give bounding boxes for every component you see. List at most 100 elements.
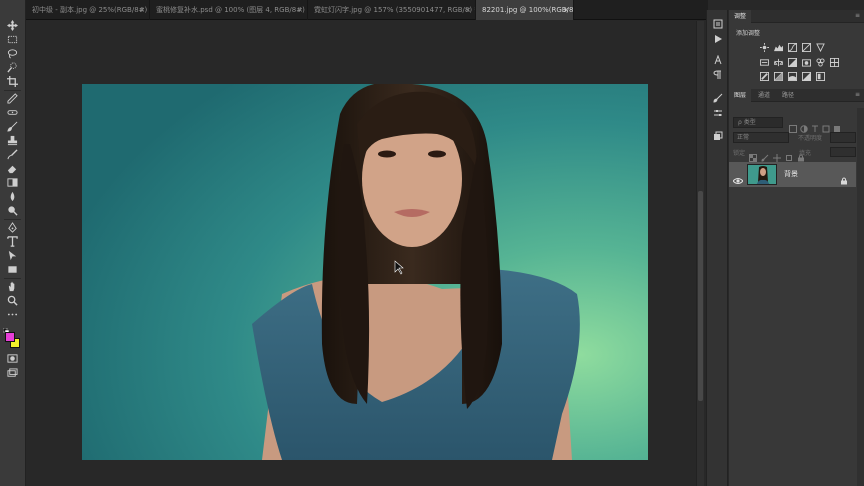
collapsed-panels-dock (706, 10, 728, 486)
exposure-icon[interactable] (801, 42, 812, 52)
black-white-icon[interactable] (787, 57, 798, 67)
channel-mixer-icon[interactable] (815, 57, 826, 67)
document-tab-3[interactable]: 霓虹灯闪字.jpg @ 157% (3550901477, RGB/8) * × (308, 0, 476, 20)
lasso-icon[interactable] (4, 47, 21, 60)
opacity-label: 不透明度 (798, 135, 823, 142)
fill-input[interactable] (830, 147, 856, 157)
tab-adjustments[interactable]: 调整 (729, 10, 752, 23)
zoom-icon[interactable] (4, 294, 21, 307)
document-tab-active[interactable]: 82201.jpg @ 100%(RGB/8#) × (476, 0, 574, 20)
dodge-icon[interactable] (4, 204, 21, 217)
tab-close-icon[interactable]: × (465, 0, 471, 20)
layer-lock-icon (840, 170, 848, 185)
brush-settings-icon[interactable] (712, 92, 724, 104)
blend-mode-select[interactable]: 正常 (733, 132, 789, 143)
eyedropper-icon[interactable] (4, 92, 21, 105)
tab-label: 蜜桃修复补水.psd @ 100% (图层 4, RGB/8#) * (156, 6, 308, 14)
layers-scrollbar[interactable] (857, 108, 864, 486)
lock-label: 锁定 (733, 150, 746, 157)
curves-icon[interactable] (787, 42, 798, 52)
character-icon[interactable] (712, 54, 724, 66)
vertical-scrollbar[interactable] (696, 21, 704, 486)
quick-select-icon[interactable] (4, 61, 21, 74)
document-tab-1[interactable]: 初中级 - 副本.jpg @ 25%(RGB/8#) × (26, 0, 150, 20)
color-lookup-icon[interactable] (829, 57, 840, 67)
eraser-icon[interactable] (4, 162, 21, 175)
path-select-icon[interactable] (4, 249, 21, 262)
clone-stamp-icon[interactable] (4, 134, 21, 147)
document-tab-bar: 初中级 - 副本.jpg @ 25%(RGB/8#) × 蜜桃修复补水.psd … (0, 0, 708, 20)
libraries-icon[interactable] (712, 130, 724, 142)
gradient-map-icon[interactable] (801, 71, 812, 81)
fill-label: 填充 (799, 150, 812, 157)
posterize-icon[interactable] (773, 71, 784, 81)
lock-icons (749, 147, 805, 162)
type-icon[interactable] (4, 235, 21, 248)
add-adjustment-label: 添加调整 (736, 30, 761, 37)
layer-row-background[interactable]: 背景 (729, 162, 856, 187)
visibility-eye-icon[interactable] (732, 170, 744, 184)
hue-saturation-icon[interactable] (759, 57, 770, 67)
layers-panel-menu-icon[interactable]: ≡ (855, 91, 860, 98)
lock-transparent-icon[interactable] (749, 147, 757, 162)
invert-icon[interactable] (759, 71, 770, 81)
lock-position-icon[interactable] (773, 147, 781, 162)
marquee-icon[interactable] (4, 33, 21, 46)
adjustments-panel-header: 调整 ≡ (729, 10, 864, 23)
document-canvas-image[interactable] (82, 84, 648, 460)
tab-close-icon[interactable]: × (297, 0, 303, 20)
filter-adjustment-icon[interactable] (800, 118, 808, 133)
layer-thumbnail (747, 164, 777, 185)
tab-close-icon[interactable]: × (563, 0, 569, 20)
toolbar-divider (4, 90, 21, 91)
properties-icon[interactable] (712, 107, 724, 119)
layer-name[interactable]: 背景 (784, 169, 798, 179)
pen-icon[interactable] (4, 221, 21, 234)
tab-label: 82201.jpg @ 100%(RGB/8#) (482, 6, 574, 14)
levels-icon[interactable] (773, 42, 784, 52)
crop-icon[interactable] (4, 75, 21, 88)
adjustment-icons-row-3 (759, 71, 826, 81)
tab-layers[interactable]: 图层 (729, 89, 752, 102)
quick-mask-icon[interactable] (4, 352, 21, 365)
filter-pixel-icon[interactable] (789, 118, 797, 133)
rectangle-icon[interactable] (4, 263, 21, 276)
filter-type-icon[interactable] (811, 118, 819, 132)
layer-filter-kind[interactable]: ρ 类型 (733, 117, 783, 128)
paragraph-icon[interactable] (712, 69, 724, 81)
panel-menu-icon[interactable]: ≡ (855, 12, 860, 19)
threshold-icon[interactable] (787, 71, 798, 81)
tab-paths[interactable]: 路径 (777, 89, 799, 102)
filter-shape-icon[interactable] (822, 118, 830, 133)
scrollbar-thumb[interactable] (698, 191, 703, 401)
swap-colors-icon[interactable] (2, 321, 11, 335)
move-tool-icon[interactable] (4, 19, 21, 32)
filter-smart-object-icon[interactable] (833, 118, 841, 132)
tab-channels[interactable]: 通道 (753, 89, 775, 102)
blur-icon[interactable] (4, 190, 21, 203)
layer-filter-icons (789, 118, 841, 133)
lock-artboard-icon[interactable] (785, 147, 793, 161)
brightness-contrast-icon[interactable] (759, 42, 770, 52)
photo-filter-icon[interactable] (801, 57, 812, 67)
more-tools-icon[interactable] (4, 308, 21, 321)
opacity-input[interactable] (830, 132, 856, 143)
history-brush-icon[interactable] (4, 148, 21, 161)
foreground-color-swatch[interactable] (5, 332, 15, 342)
toolbar-divider (4, 219, 21, 220)
lock-image-icon[interactable] (761, 147, 769, 162)
adjustment-icons-row-1 (759, 42, 826, 52)
actions-play-icon[interactable] (712, 33, 724, 45)
vibrance-icon[interactable] (815, 42, 826, 52)
gradient-icon[interactable] (4, 176, 21, 189)
history-icon[interactable] (712, 18, 724, 30)
screen-mode-icon[interactable] (4, 367, 21, 380)
color-balance-icon[interactable] (773, 57, 784, 67)
brush-icon[interactable] (4, 120, 21, 133)
healing-brush-icon[interactable] (4, 106, 21, 119)
document-tab-2[interactable]: 蜜桃修复补水.psd @ 100% (图层 4, RGB/8#) * × (150, 0, 308, 20)
hand-icon[interactable] (4, 280, 21, 293)
toolbar-divider (4, 278, 21, 279)
tab-close-icon[interactable]: × (139, 0, 145, 20)
selective-color-icon[interactable] (815, 71, 826, 81)
